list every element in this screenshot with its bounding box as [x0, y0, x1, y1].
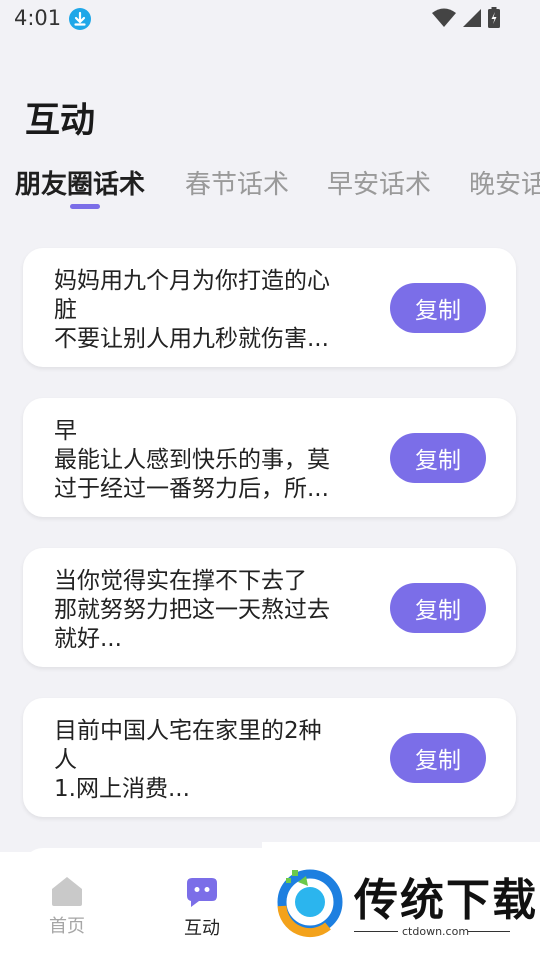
page-title: 互动	[25, 101, 96, 141]
tab-moments[interactable]: 朋友圈话术	[15, 164, 145, 201]
status-time: 4:01	[14, 6, 62, 30]
status-icons	[432, 7, 500, 28]
watermark-rule-right	[468, 931, 510, 932]
tab-spring-festival[interactable]: 春节话术	[185, 164, 289, 201]
phrase-card: 妈妈用九个月为你打造的心 脏 不要让别人用九秒就伤害... 复制	[23, 248, 516, 367]
phrase-text: 妈妈用九个月为你打造的心 脏 不要让别人用九秒就伤害...	[54, 268, 330, 352]
nav-home[interactable]: 首页	[27, 876, 107, 938]
download-icon	[69, 8, 91, 30]
watermark-rule-left	[354, 931, 398, 932]
phrase-card: 早 最能让人感到快乐的事，莫 过于经过一番努力后，所... 复制	[23, 398, 516, 517]
copy-button[interactable]: 复制	[390, 433, 486, 483]
home-icon	[52, 877, 82, 906]
nav-home-label: 首页	[49, 916, 85, 937]
phrase-card: 当你觉得实在撑不下去了 那就努努力把这一天熬过去 就好... 复制	[23, 548, 516, 667]
signal-icon	[463, 8, 481, 27]
copy-button[interactable]: 复制	[390, 583, 486, 633]
nav-interact[interactable]: 互动	[162, 876, 242, 940]
tab-indicator	[70, 204, 100, 209]
chat-icon	[187, 878, 217, 907]
phrase-text: 目前中国人宅在家里的2种 人 1.网上消费...	[54, 718, 322, 802]
status-bar: 4:01	[0, 0, 540, 40]
phrase-text: 早 最能让人感到快乐的事，莫 过于经过一番努力后，所...	[54, 418, 330, 502]
tab-good-morning[interactable]: 早安话术	[327, 164, 431, 201]
wifi-icon	[432, 8, 456, 27]
phrase-text: 当你觉得实在撑不下去了 那就努努力把这一天熬过去 就好...	[54, 568, 330, 652]
watermark-site: ctdown.com	[402, 925, 470, 938]
copy-button[interactable]: 复制	[390, 283, 486, 333]
copy-button[interactable]: 复制	[390, 733, 486, 783]
watermark: 传统下载 ctdown.com	[262, 842, 540, 960]
watermark-logo	[277, 869, 343, 938]
nav-interact-label: 互动	[184, 918, 220, 939]
watermark-title: 传统下载	[354, 875, 538, 926]
battery-icon	[488, 7, 500, 28]
tab-good-night[interactable]: 晚安话术	[469, 164, 540, 201]
phrase-card: 目前中国人宅在家里的2种 人 1.网上消费... 复制	[23, 698, 516, 817]
